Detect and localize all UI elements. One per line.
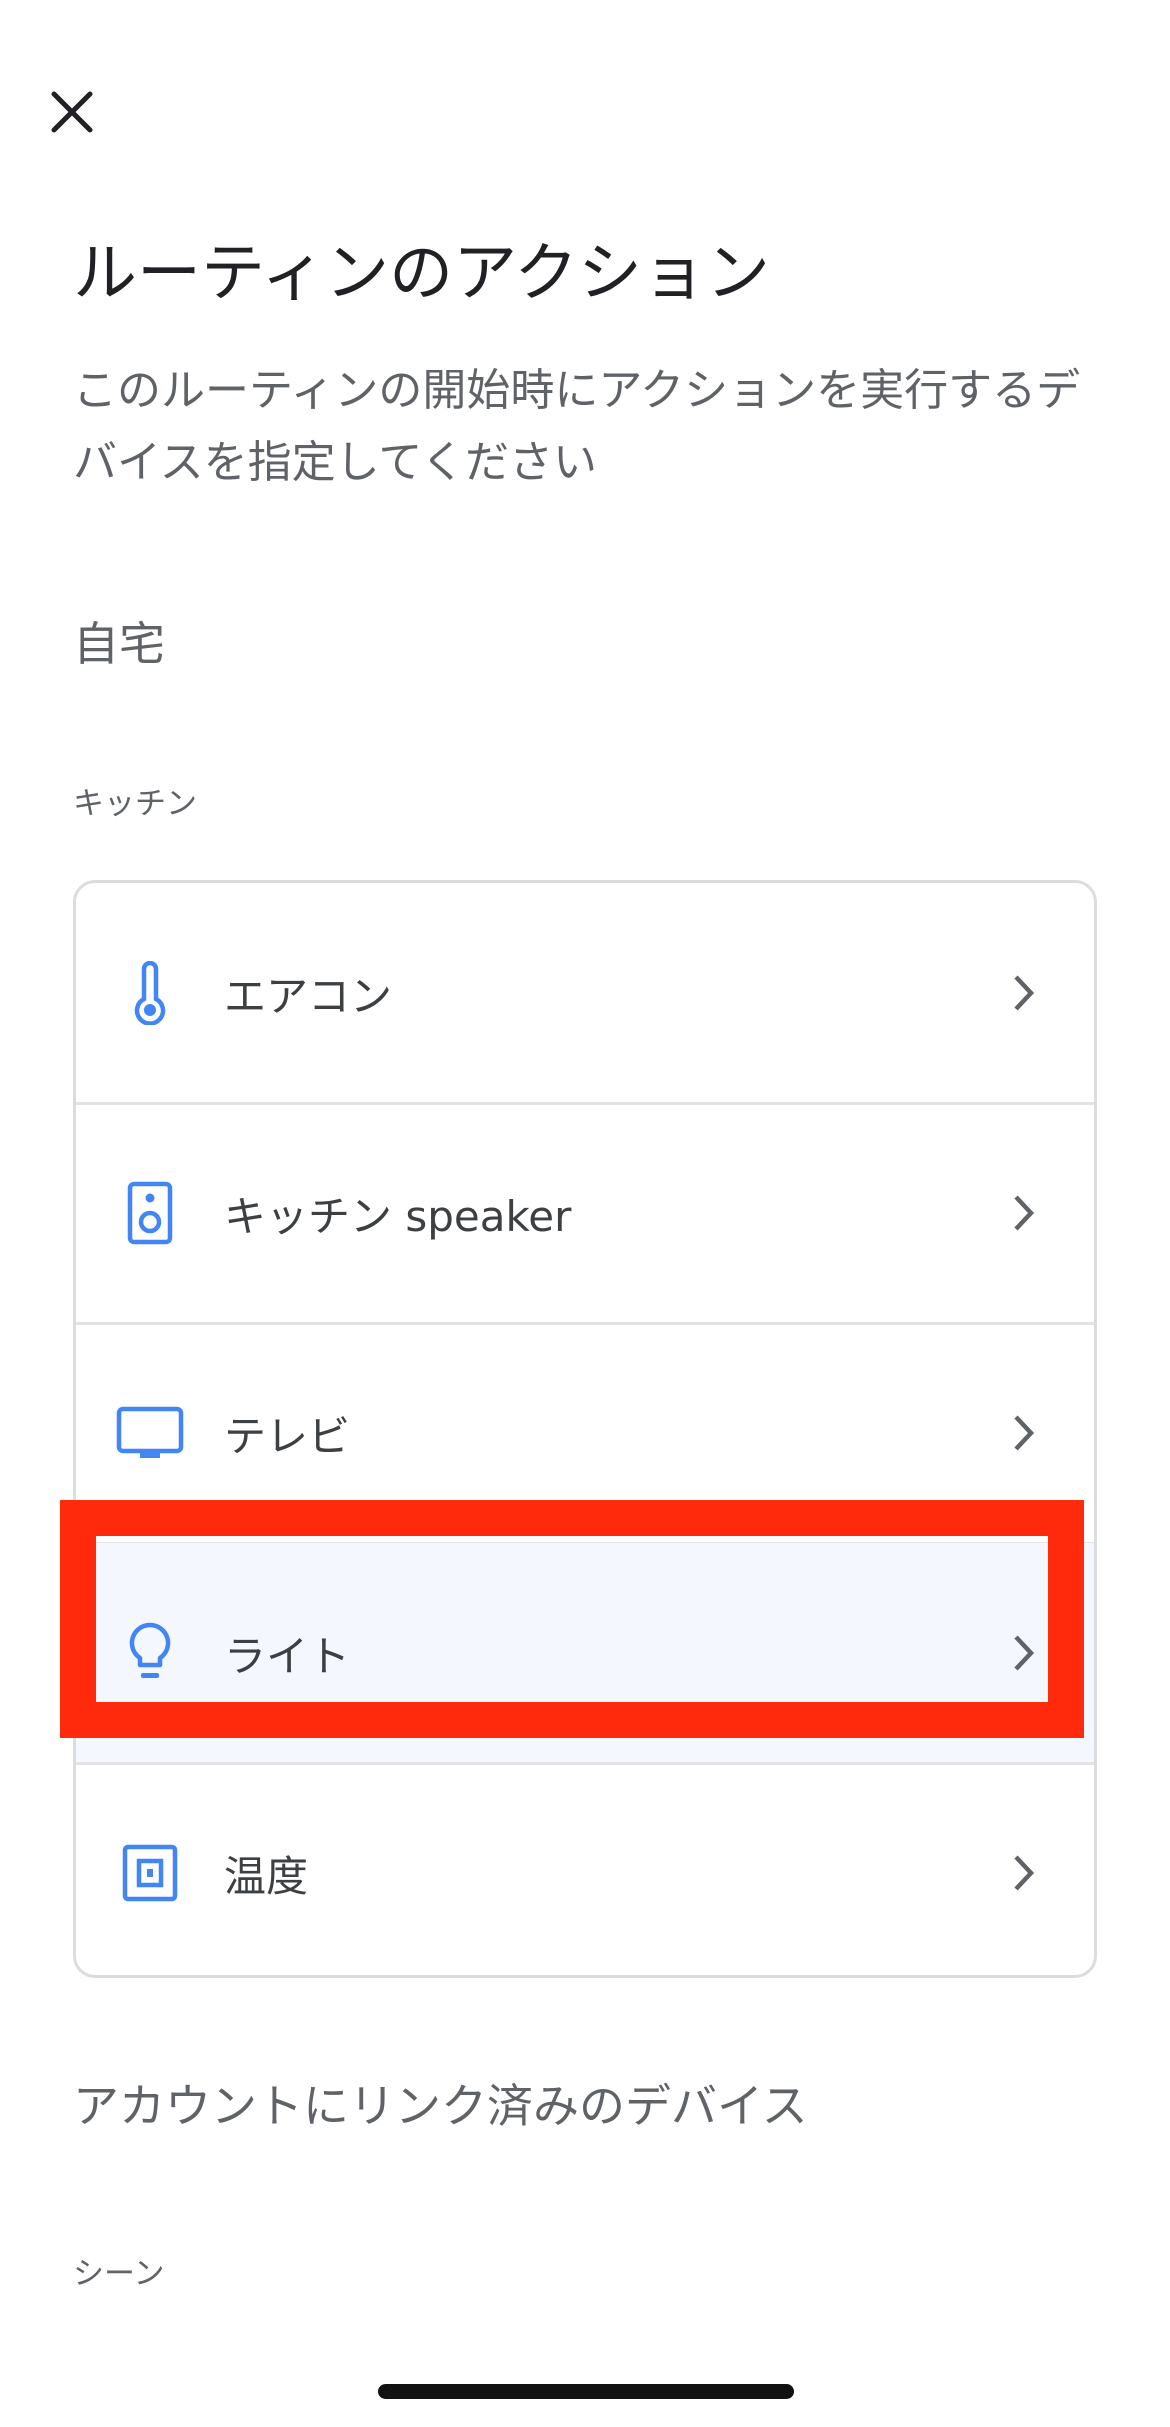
room-label: キッチン bbox=[73, 786, 197, 822]
device-label: エアコン bbox=[224, 971, 393, 1021]
page-title: ルーティンのアクション bbox=[73, 237, 770, 311]
device-row-aircon[interactable]: エアコン bbox=[76, 883, 1094, 1103]
thermometer-icon bbox=[116, 959, 184, 1027]
linked-devices-heading: アカウントにリンク済みのデバイス bbox=[73, 2079, 808, 2133]
close-button[interactable] bbox=[40, 80, 104, 144]
chevron-right-icon bbox=[1004, 1849, 1044, 1897]
scene-label: シーン bbox=[73, 2256, 165, 2292]
thermostat-icon bbox=[116, 1839, 184, 1907]
device-label: キッチン speaker bbox=[224, 1191, 572, 1241]
device-list: エアコン キッチン speaker テレビ ライト 温度 bbox=[73, 880, 1097, 1978]
chevron-right-icon bbox=[1004, 1189, 1044, 1237]
chevron-right-icon bbox=[1004, 1629, 1044, 1677]
page-description: このルーティンの開始時にアクションを実行するデバイスを指定してください bbox=[73, 365, 1081, 488]
device-row-light[interactable]: ライト bbox=[76, 1543, 1094, 1763]
device-row-temperature[interactable]: 温度 bbox=[76, 1763, 1094, 1975]
device-row-tv[interactable]: テレビ bbox=[76, 1323, 1094, 1543]
close-icon bbox=[51, 91, 93, 133]
device-label: ライト bbox=[224, 1631, 351, 1681]
lightbulb-icon bbox=[116, 1619, 184, 1687]
device-label: テレビ bbox=[224, 1411, 351, 1461]
device-row-kitchen-speaker[interactable]: キッチン speaker bbox=[76, 1103, 1094, 1323]
home-label: 自宅 bbox=[73, 617, 165, 671]
tv-icon bbox=[116, 1399, 184, 1467]
device-label: 温度 bbox=[224, 1851, 309, 1901]
chevron-right-icon bbox=[1004, 969, 1044, 1017]
home-indicator[interactable] bbox=[378, 2384, 794, 2399]
chevron-right-icon bbox=[1004, 1409, 1044, 1457]
speaker-icon bbox=[116, 1179, 184, 1247]
